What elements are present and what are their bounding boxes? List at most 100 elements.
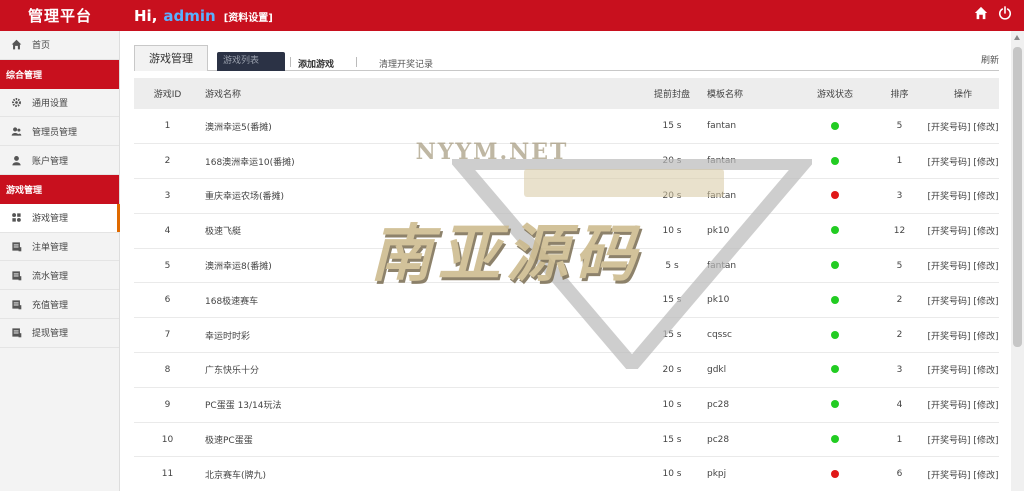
game-id-cell: 8: [134, 352, 201, 388]
username-link[interactable]: admin: [163, 7, 215, 25]
sidebar-item-home[interactable]: 首页: [0, 31, 119, 60]
actions-cell[interactable]: [开奖号码] [修改]: [927, 387, 999, 423]
status-cell: [798, 248, 872, 284]
close-early-cell: 15 s: [641, 317, 703, 354]
tab-game-management[interactable]: 游戏管理: [134, 45, 208, 71]
sidebar-item-general-settings[interactable]: 通用设置: [0, 89, 119, 118]
sidebar: 首页 综合管理 通用设置 管理员管理 账户管理 游戏管理 游戏管理 注单管理 流…: [0, 31, 120, 491]
add-game-link[interactable]: 添加游戏: [298, 57, 334, 70]
actions-cell[interactable]: [开奖号码] [修改]: [927, 109, 999, 145]
sort-cell: 12: [872, 213, 927, 249]
status-cell: [798, 213, 872, 249]
col-game-name: 游戏名称: [201, 78, 641, 109]
sort-cell: 5: [872, 248, 927, 284]
game-name-cell: 广东快乐十分: [201, 352, 641, 388]
sidebar-item-deposits[interactable]: 充值管理: [0, 290, 119, 319]
game-id-cell: 6: [134, 282, 201, 319]
status-cell: [798, 387, 872, 423]
sort-cell: 3: [872, 352, 927, 388]
tab-game-list[interactable]: 游戏列表: [217, 52, 285, 71]
status-cell: [798, 178, 872, 214]
close-early-cell: 15 s: [641, 422, 703, 458]
clear-draw-records-link[interactable]: 清理开奖记录: [379, 57, 433, 70]
sidebar-item-turnover[interactable]: 流水管理: [0, 261, 119, 291]
status-cell: [798, 352, 872, 388]
scroll-up-arrow-icon[interactable]: [1014, 35, 1020, 40]
sidebar-item-label: 管理员管理: [32, 127, 78, 138]
actions-cell[interactable]: [开奖号码] [修改]: [927, 352, 999, 388]
sidebar-group-general[interactable]: 综合管理: [0, 59, 119, 89]
main-content: 游戏管理 游戏列表 添加游戏 清理开奖记录 刷新 游戏ID 游戏名称 提前封盘 …: [120, 31, 1011, 491]
sidebar-item-accounts[interactable]: 账户管理: [0, 146, 119, 175]
template-cell: gdkl: [703, 352, 798, 388]
sidebar-item-label: 通用设置: [32, 98, 69, 109]
status-off-indicator[interactable]: [831, 469, 839, 478]
table-row: 10 极速PC蛋蛋 15 s pc28 1 [开奖号码] [修改]: [134, 422, 999, 458]
power-icon[interactable]: [998, 6, 1012, 20]
actions-cell[interactable]: [开奖号码] [修改]: [927, 178, 999, 214]
sidebar-item-withdrawals[interactable]: 提现管理: [0, 319, 119, 348]
sort-cell: 2: [872, 282, 927, 319]
sidebar-item-admins[interactable]: 管理员管理: [0, 117, 119, 147]
page-scrollbar[interactable]: [1011, 31, 1024, 491]
actions-cell[interactable]: [开奖号码] [修改]: [927, 422, 999, 458]
actions-cell[interactable]: [开奖号码] [修改]: [927, 248, 999, 284]
top-bar: 管理平台 Hi, admin [资料设置]: [0, 0, 1024, 31]
template-cell: fantan: [703, 109, 798, 145]
document-icon: [0, 327, 32, 338]
profile-settings-link[interactable]: [资料设置]: [224, 9, 273, 24]
template-cell: pc28: [703, 422, 798, 458]
sort-cell: 5: [872, 109, 927, 145]
status-on-indicator[interactable]: [831, 435, 839, 444]
game-name-cell: 北京赛车(牌九): [201, 456, 641, 491]
tab-divider: [290, 57, 291, 67]
actions-cell[interactable]: [开奖号码] [修改]: [927, 143, 999, 180]
status-cell: [798, 109, 872, 145]
sidebar-item-game-management[interactable]: 游戏管理: [0, 203, 120, 233]
game-id-cell: 1: [134, 109, 201, 145]
status-on-indicator[interactable]: [831, 226, 839, 235]
tab-divider: [356, 57, 357, 67]
home-icon[interactable]: [974, 6, 988, 20]
status-cell: [798, 317, 872, 354]
status-on-indicator[interactable]: [831, 156, 839, 165]
sort-cell: 2: [872, 317, 927, 354]
status-on-indicator[interactable]: [831, 121, 839, 130]
user-icon: [0, 155, 32, 166]
status-cell: [798, 282, 872, 319]
template-cell: pk10: [703, 282, 798, 319]
greeting: Hi, admin [资料设置]: [134, 7, 273, 25]
sidebar-item-label: 游戏管理: [32, 214, 69, 225]
actions-cell[interactable]: [开奖号码] [修改]: [927, 282, 999, 319]
sidebar-item-bets[interactable]: 注单管理: [0, 233, 119, 262]
status-on-indicator[interactable]: [831, 295, 839, 304]
col-game-id: 游戏ID: [134, 78, 201, 109]
sidebar-item-label: 提现管理: [32, 329, 69, 340]
sidebar-group-games[interactable]: 游戏管理: [0, 174, 119, 204]
status-on-indicator[interactable]: [831, 261, 839, 270]
close-early-cell: 20 s: [641, 143, 703, 180]
refresh-link[interactable]: 刷新: [981, 53, 999, 66]
status-on-indicator[interactable]: [831, 365, 839, 374]
gear-icon: [0, 97, 32, 108]
brand-title: 管理平台: [27, 7, 92, 25]
col-sort: 排序: [872, 78, 927, 109]
status-on-indicator[interactable]: [831, 400, 839, 409]
actions-cell[interactable]: [开奖号码] [修改]: [927, 213, 999, 249]
actions-cell[interactable]: [开奖号码] [修改]: [927, 456, 999, 491]
sidebar-item-label: 账户管理: [32, 156, 69, 167]
status-cell: [798, 143, 872, 180]
home-icon: [0, 39, 32, 50]
game-id-cell: 4: [134, 213, 201, 249]
status-on-indicator[interactable]: [831, 330, 839, 339]
template-cell: fantan: [703, 178, 798, 214]
col-status: 游戏状态: [798, 78, 872, 109]
actions-cell[interactable]: [开奖号码] [修改]: [927, 317, 999, 354]
close-early-cell: 10 s: [641, 387, 703, 423]
watermark-site-text: NYYM.NET: [415, 139, 569, 165]
status-off-indicator[interactable]: [831, 191, 839, 200]
template-cell: fantan: [703, 143, 798, 180]
sort-cell: 3: [872, 178, 927, 214]
scrollbar-thumb[interactable]: [1013, 47, 1022, 347]
tab-bar: 游戏管理 游戏列表 添加游戏 清理开奖记录 刷新: [134, 45, 999, 71]
